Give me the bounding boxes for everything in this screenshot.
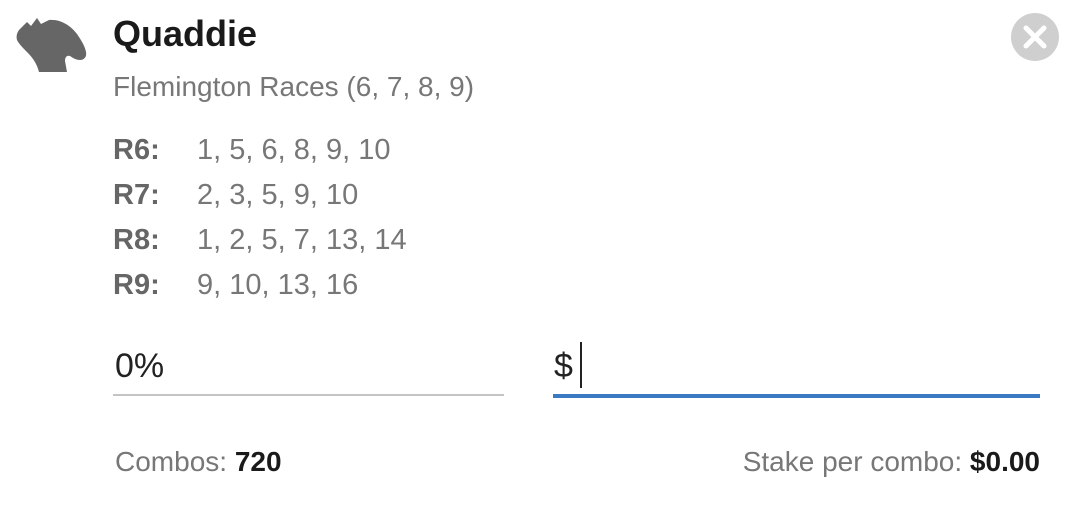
close-icon <box>1023 25 1047 49</box>
horse-head-icon <box>16 18 87 72</box>
stake-per-combo-value: $0.00 <box>969 446 1040 477</box>
runner-numbers: 9, 10, 13, 16 <box>197 269 359 301</box>
selection-row-r7: R7: 2, 3, 5, 9, 10 <box>113 175 407 220</box>
race-label: R9: <box>113 269 160 301</box>
stake-per-combo-summary: Stake per combo: $0.00 <box>743 445 1040 479</box>
race-label: R6: <box>113 134 160 166</box>
selection-row-r6: R6: 1, 5, 6, 8, 9, 10 <box>113 130 407 175</box>
close-button[interactable] <box>1011 13 1059 61</box>
race-label: R7: <box>113 179 160 211</box>
runner-numbers: 1, 5, 6, 8, 9, 10 <box>197 134 391 166</box>
combos-summary: Combos: 720 <box>115 445 282 479</box>
bet-title: Quaddie <box>113 13 258 54</box>
selection-row-r8: R8: 1, 2, 5, 7, 13, 14 <box>113 220 407 265</box>
currency-symbol: $ <box>554 347 573 385</box>
combos-value: 720 <box>234 446 282 477</box>
runner-numbers: 1, 2, 5, 7, 13, 14 <box>197 224 407 256</box>
stake-per-combo-label: Stake per combo: <box>742 446 970 477</box>
percent-field[interactable]: 0% <box>113 338 504 396</box>
selection-list: R6: 1, 5, 6, 8, 9, 10 R7: 2, 3, 5, 9, 10 R… <box>113 130 407 310</box>
runner-numbers: 2, 3, 5, 9, 10 <box>197 179 359 211</box>
percent-value: 0% <box>115 347 165 385</box>
combos-label: Combos: <box>115 446 235 477</box>
stake-field[interactable]: $ <box>553 338 1040 398</box>
race-label: R8: <box>113 224 160 256</box>
meeting-label: Flemington Races (6, 7, 8, 9) <box>113 71 475 102</box>
selection-row-r9: R9: 9, 10, 13, 16 <box>113 265 407 310</box>
stake-input[interactable] <box>581 344 1021 388</box>
